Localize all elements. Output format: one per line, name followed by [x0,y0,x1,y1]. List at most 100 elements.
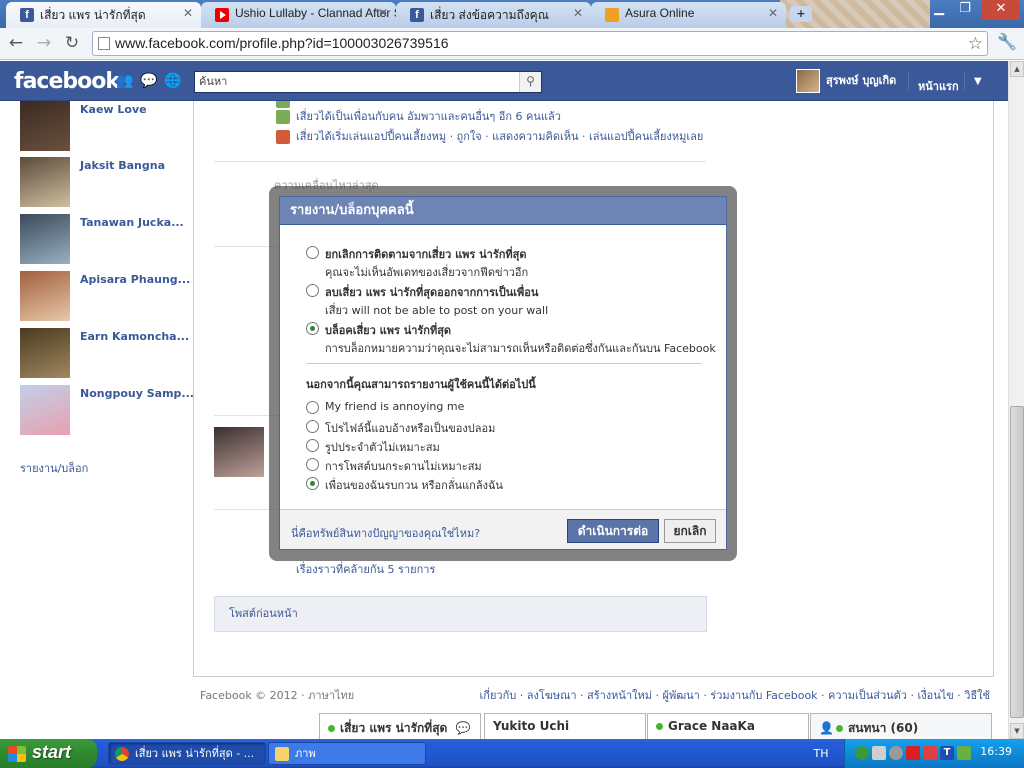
messages-icon[interactable]: 💬 [140,73,157,89]
friend-photo[interactable] [20,271,70,321]
search-input[interactable]: ค้นหา ⚲ [194,71,542,93]
similar-stories-link[interactable]: เรื่องราวที่คล้ายกัน 5 รายการ [276,562,435,578]
start-label: start [32,742,72,762]
radio-button[interactable] [306,420,319,433]
chat-tab[interactable]: เสี่ยว แพร น่ารักที่สุด 💬 [319,713,481,739]
start-button[interactable]: start [0,739,97,768]
back-icon[interactable]: ← [5,33,27,55]
close-tab-icon[interactable]: ✕ [378,6,388,20]
reason-label[interactable]: โปรไฟล์นี้แอบอ้างหรือเป็นของปลอม [325,419,495,437]
tray-t-icon[interactable]: T [940,746,954,760]
older-posts-button[interactable]: โพสต์ก่อนหน้า [214,596,707,632]
close-tab-icon[interactable]: ✕ [768,6,778,20]
browser-tab-4[interactable]: Asura Online ✕ [591,2,786,28]
friend-name[interactable]: Nongpouy Samp... [80,387,194,400]
antivirus-icon[interactable] [906,746,920,760]
network-icon[interactable] [855,746,869,760]
radio-button-selected[interactable] [306,322,319,335]
chat-name: เสี่ยว แพร น่ารักที่สุด [340,721,448,735]
clock[interactable]: 16:39 [980,745,1012,758]
browser-tab-3[interactable]: f เสี่ยว ส่งข้อความถึงคุณ ✕ [396,2,591,28]
radio-button-selected[interactable] [306,477,319,490]
scroll-down-icon[interactable]: ▼ [1010,723,1024,739]
radio-button[interactable] [306,246,319,259]
option-description: การบล็อกหมายความว่าคุณจะไม่สามารถเห็นหรื… [325,342,716,355]
account-menu-icon[interactable]: ▼ [974,76,982,87]
friend-item[interactable]: Earn Kamoncha... [20,328,190,378]
address-bar[interactable]: www.facebook.com/profile.php?id=10000302… [92,31,988,56]
forward-icon[interactable]: → [33,33,55,55]
footer-links[interactable]: เกี่ยวกับ · ลงโฆษณา · สร้างหน้าใหม่ · ผู… [480,686,990,704]
tray-app-icon[interactable] [889,746,903,760]
close-tab-icon[interactable]: ✕ [183,6,193,20]
story-text[interactable]: เสี่ยวได้เป็นเพื่อนกับคน อัมพวาและคนอื่น… [296,110,561,123]
friend-item[interactable]: Kaew Love [20,101,190,151]
friend-name[interactable]: Kaew Love [80,103,147,116]
asura-icon [605,8,619,22]
new-tab-button[interactable]: + [790,6,812,22]
friend-name[interactable]: Tanawan Jucka... [80,216,184,229]
language-indicator[interactable]: TH [808,745,834,762]
friend-requests-icon[interactable]: 👥 [116,73,133,89]
friend-name[interactable]: Jaksit Bangna [80,159,165,172]
tray-app-icon[interactable] [872,746,886,760]
radio-button[interactable] [306,401,319,414]
search-icon[interactable]: ⚲ [519,72,541,92]
friend-name[interactable]: Earn Kamoncha... [80,330,189,343]
minimize-icon[interactable]: ▁ [926,0,952,20]
close-window-icon[interactable]: ✕ [982,0,1020,20]
older-posts-label[interactable]: โพสต์ก่อนหน้า [229,607,298,620]
wrench-menu-icon[interactable]: 🔧 [996,32,1018,54]
restore-icon[interactable]: ❐ [952,0,978,20]
radio-button[interactable] [306,458,319,471]
notifications-globe-icon[interactable]: 🌐 [164,73,181,89]
friend-photo[interactable] [20,214,70,264]
reason-label[interactable]: การโพสต์บนกระดานไม่เหมาะสม [325,457,482,475]
friend-name[interactable]: Apisara Phaung... [80,273,190,286]
friend-item[interactable]: Apisara Phaung... [20,271,190,321]
profile-link[interactable]: สุรพงษ์ บุญเกิด [796,69,896,93]
scroll-up-icon[interactable]: ▲ [1010,61,1024,77]
browser-tab-2[interactable]: Ushio Lullaby - Clannad After S ✕ [201,2,396,28]
reason-label[interactable]: รูปประจำตัวไม่เหมาะสม [325,438,440,456]
option-label[interactable]: ลบเสี่ยว แพร น่ารักที่สุดออกจากการเป็นเพ… [325,283,538,301]
taskbar-item-chrome[interactable]: เสี่ยว แพร น่ารักที่สุด - ... [108,742,266,765]
friend-photo[interactable] [20,385,70,435]
friend-photo[interactable] [20,101,70,151]
reason-label[interactable]: My friend is annoying me [325,400,464,413]
friend-photo[interactable] [20,157,70,207]
chat-sidebar-toggle[interactable]: 👤 สนทนา (60) [810,713,992,739]
report-block-link[interactable]: รายงาน/บล็อก [20,459,88,477]
friend-item[interactable]: Jaksit Bangna [20,157,190,207]
browser-tab-1[interactable]: f เสี่ยว แพร น่ารักที่สุด ✕ [6,2,201,28]
chat-tab[interactable]: Yukito Uchi [484,713,646,739]
friend-item[interactable]: Tanawan Jucka... [20,214,190,264]
radio-button[interactable] [306,439,319,452]
friend-photo[interactable] [20,328,70,378]
copyright-text[interactable]: Facebook © 2012 · ภาษาไทย [200,689,354,702]
continue-button[interactable]: ดำเนินการต่อ [567,519,659,543]
volume-icon[interactable] [923,746,937,760]
story-text[interactable]: เสี่ยวได้เริ่มเล่นแอปปี้คนเลี้ยงหมู · ถู… [296,130,703,143]
post-photo[interactable] [214,427,264,477]
taskbar-item-folder[interactable]: ภาพ [268,742,426,765]
page-scrollbar[interactable]: ▲ ▼ [1008,61,1024,739]
reload-icon[interactable]: ↻ [61,33,83,55]
facebook-logo[interactable]: facebook [14,69,120,94]
ip-help-link[interactable]: นี่คือทรัพย์สินทางปัญญาของคุณใช่ไหม? [291,524,480,542]
radio-button[interactable] [306,284,319,297]
cancel-button[interactable]: ยกเลิก [664,519,716,543]
reason-label[interactable]: เพื่อนของฉันรบกวน หรือกลั่นแกล้งฉัน [325,476,503,494]
option-label[interactable]: บล็อคเสี่ยว แพร น่ารักที่สุด [325,321,451,339]
option-label[interactable]: ยกเลิกการติดตามจากเสี่ยว แพร น่ารักที่สุ… [325,245,527,263]
bookmark-star-icon[interactable]: ☆ [968,32,983,55]
chat-tab[interactable]: Grace NaaKa [647,713,809,739]
similar-stories-text[interactable]: เรื่องราวที่คล้ายกัน 5 รายการ [296,563,435,576]
close-tab-icon[interactable]: ✕ [573,6,583,20]
story-item[interactable]: เสี่ยวได้เริ่มเล่นแอปปี้คนเลี้ยงหมู · ถู… [276,129,703,145]
story-item[interactable]: เสี่ยวได้เป็นเพื่อนกับคน อัมพวาและคนอื่น… [276,109,561,125]
friend-item[interactable]: Nongpouy Samp... [20,385,194,435]
scroll-thumb[interactable] [1010,406,1024,718]
home-link[interactable]: หน้าแรก [918,77,959,95]
safely-remove-icon[interactable] [957,746,971,760]
